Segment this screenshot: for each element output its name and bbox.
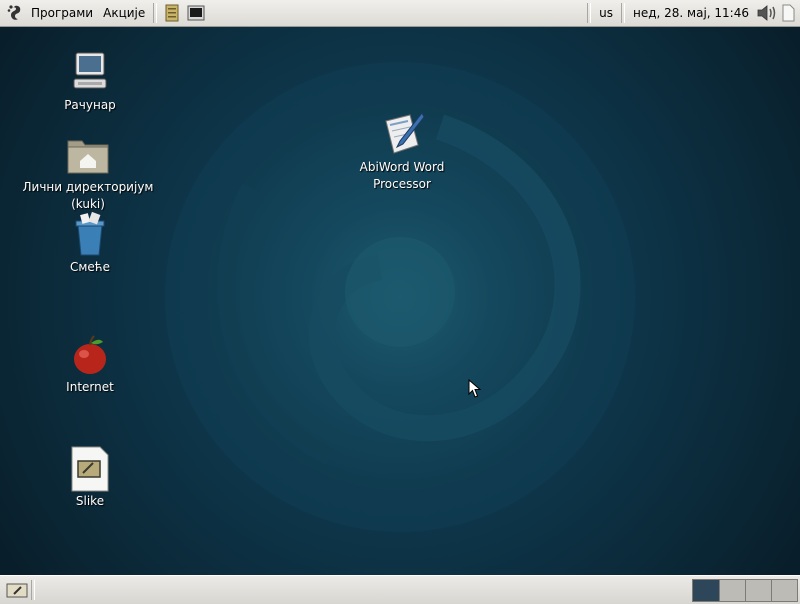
panel-separator <box>153 3 158 23</box>
bottom-panel <box>0 575 800 604</box>
workspace-switcher[interactable] <box>692 578 798 602</box>
mouse-pointer-icon <box>468 379 482 398</box>
keyboard-layout-indicator[interactable]: us <box>594 0 618 26</box>
image-file-icon <box>71 446 109 492</box>
computer-icon <box>73 52 107 89</box>
desktop-icon-abiword[interactable]: AbiWord Word Processor <box>340 111 464 193</box>
desktop-background[interactable]: Рачунар Лични директоријум (kuki) Смеће <box>0 27 800 575</box>
terminal-launcher-icon[interactable] <box>187 4 205 22</box>
gnome-foot-icon[interactable] <box>6 3 26 23</box>
desktop-icon-home[interactable]: Лични директоријум (kuki) <box>18 131 158 213</box>
desktop-icon-label: Processor <box>373 177 431 191</box>
home-folder-icon <box>67 140 109 174</box>
notification-area-icon[interactable] <box>780 3 796 23</box>
desktop-icon-label: Slike <box>75 494 105 508</box>
desktop-icon-label: Internet <box>66 380 114 394</box>
screen: Рачунар Лични директоријум (kuki) Смеће <box>0 0 800 604</box>
actions-menu[interactable]: Акције <box>98 0 150 26</box>
workspace-2[interactable] <box>719 579 745 601</box>
top-panel: Програми Акције us нед, 28. мај, 11:46 <box>0 0 800 27</box>
panel-separator <box>620 3 625 23</box>
workspace-1[interactable] <box>693 579 719 601</box>
applications-menu[interactable]: Програми <box>26 0 98 26</box>
clock[interactable]: нед, 28. мај, 11:46 <box>628 0 754 26</box>
desktop-icon-label: AbiWord Word <box>359 160 445 174</box>
desktop-icon-computer[interactable]: Рачунар <box>40 49 140 114</box>
workspace-3[interactable] <box>745 579 771 601</box>
desktop-icon-label: Лични директоријум <box>22 180 154 194</box>
desktop-icon-slike[interactable]: Slike <box>40 445 140 510</box>
panel-separator <box>31 580 35 600</box>
text-editor-launcher-icon[interactable] <box>163 4 181 22</box>
workspace-4[interactable] <box>771 579 797 601</box>
panel-separator <box>587 3 592 23</box>
desktop-icon-label: Смеће <box>69 260 111 274</box>
volume-icon[interactable] <box>756 3 778 23</box>
show-desktop-icon[interactable] <box>6 581 28 599</box>
abiword-icon <box>385 112 425 154</box>
apple-icon <box>74 335 106 374</box>
desktop-icon-internet[interactable]: Internet <box>40 331 140 396</box>
top-panel-right: us нед, 28. мај, 11:46 <box>584 0 800 26</box>
desktop-icon-label: Рачунар <box>64 98 116 112</box>
desktop-icon-trash[interactable]: Смеће <box>40 211 140 276</box>
trash-icon <box>75 211 105 256</box>
